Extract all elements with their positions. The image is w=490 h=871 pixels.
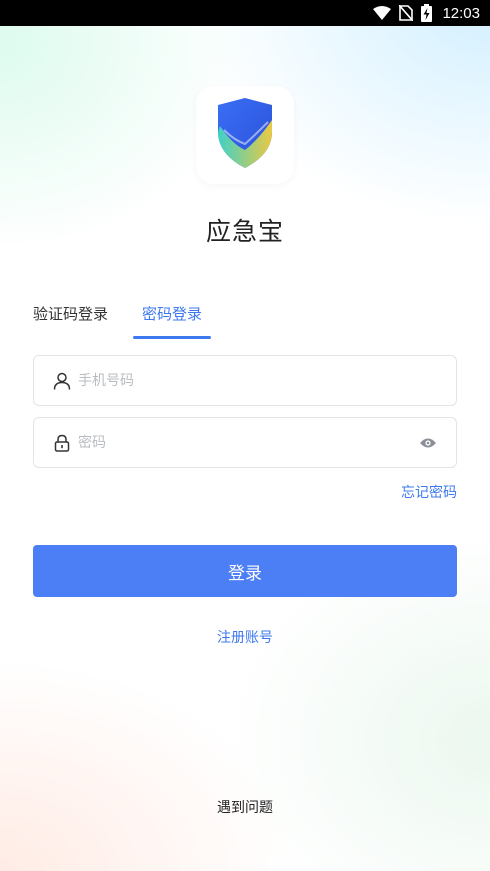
phone-field[interactable] <box>33 355 457 406</box>
lock-icon <box>52 433 72 453</box>
status-bar: 12:03 <box>0 0 490 26</box>
phone-input[interactable] <box>78 356 456 405</box>
tab-sms-login[interactable]: 验证码登录 <box>33 303 108 324</box>
eye-icon[interactable] <box>418 433 438 453</box>
register-row: 注册账号 <box>0 627 490 647</box>
help-row: 遇到问题 <box>0 797 490 817</box>
wifi-icon <box>373 6 392 20</box>
forgot-password-link[interactable]: 忘记密码 <box>401 482 457 502</box>
active-tab-indicator <box>133 336 211 339</box>
status-time: 12:03 <box>442 4 480 22</box>
app-name: 应急宝 <box>205 217 284 246</box>
user-icon <box>52 371 72 391</box>
password-input[interactable] <box>78 418 418 467</box>
tab-password-login[interactable]: 密码登录 <box>142 303 202 324</box>
no-sim-icon <box>399 5 414 21</box>
password-field[interactable] <box>33 417 457 468</box>
register-link[interactable]: 注册账号 <box>217 630 273 646</box>
app-logo <box>196 86 294 184</box>
shield-check-icon <box>214 96 276 174</box>
battery-charging-icon <box>421 4 433 22</box>
login-button[interactable]: 登录 <box>33 545 457 597</box>
help-link[interactable]: 遇到问题 <box>217 800 273 816</box>
